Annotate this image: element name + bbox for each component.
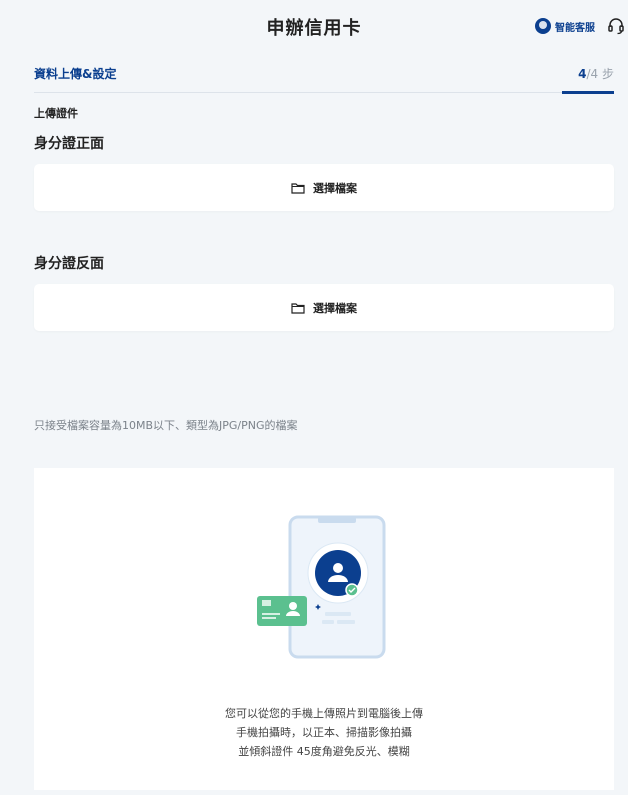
step-total: /4 步 xyxy=(586,67,615,81)
step-indicator: 資料上傳&設定 4/4 步 xyxy=(34,62,614,94)
section-label: 上傳證件 xyxy=(34,107,78,120)
promo-line: 手機拍攝時，以正本、掃描影像拍攝 xyxy=(236,726,412,739)
step-current: 4 xyxy=(578,67,587,81)
id-back-upload-button[interactable]: 選擇檔案 xyxy=(34,284,614,331)
page-title: 申辦信用卡 xyxy=(266,18,362,39)
step-progress-underline xyxy=(562,91,614,94)
id-back-title: 身分證反面 xyxy=(34,256,104,272)
id-front-upload-button[interactable]: 選擇檔案 xyxy=(34,164,614,211)
promo-text: 您可以從您的手機上傳照片到電腦後上傳 手機拍攝時，以正本、掃描影像拍攝 並傾斜證… xyxy=(34,704,614,761)
promo-line: 您可以從您的手機上傳照片到電腦後上傳 xyxy=(225,707,423,720)
step-name: 資料上傳&設定 xyxy=(34,67,117,81)
chat-bot-icon xyxy=(535,18,551,34)
step-count: 4/4 步 xyxy=(578,65,614,82)
customer-service-button[interactable]: 智能客服 xyxy=(535,18,595,34)
header: 申辦信用卡 智能客服 xyxy=(0,0,628,50)
file-requirement-note: 只接受檔案容量為10MB以下、類型為JPG/PNG的檔案 xyxy=(34,419,298,432)
folder-icon xyxy=(291,302,305,314)
choose-file-label: 選擇檔案 xyxy=(313,181,357,195)
phone-upload-illustration xyxy=(257,515,386,659)
id-front-title: 身分證正面 xyxy=(34,136,104,152)
customer-service-label: 智能客服 xyxy=(555,22,595,34)
choose-file-label: 選擇檔案 xyxy=(313,301,357,315)
mobile-upload-promo: 您可以從您的手機上傳照片到電腦後上傳 手機拍攝時，以正本、掃描影像拍攝 並傾斜證… xyxy=(34,468,614,790)
promo-line: 並傾斜證件 45度角避免反光、模糊 xyxy=(238,745,410,758)
headset-icon[interactable] xyxy=(607,17,625,35)
folder-icon xyxy=(291,182,305,194)
